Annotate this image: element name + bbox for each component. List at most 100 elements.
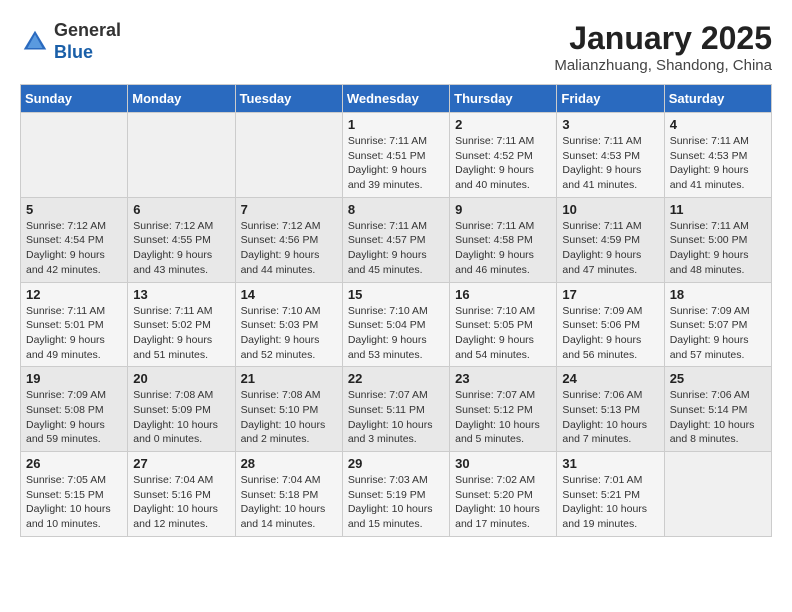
- day-number: 1: [348, 117, 444, 132]
- day-info: Sunrise: 7:05 AM Sunset: 5:15 PM Dayligh…: [26, 473, 122, 532]
- week-row-1: 1 Sunrise: 7:11 AM Sunset: 4:51 PM Daylig…: [21, 113, 772, 198]
- header-cell-thursday: Thursday: [450, 85, 557, 113]
- day-info: Sunrise: 7:08 AM Sunset: 5:10 PM Dayligh…: [241, 388, 337, 447]
- day-number: 31: [562, 456, 658, 471]
- day-number: 12: [26, 287, 122, 302]
- calendar-cell: 13 Sunrise: 7:11 AM Sunset: 5:02 PM Dayli…: [128, 282, 235, 367]
- day-info: Sunrise: 7:11 AM Sunset: 4:57 PM Dayligh…: [348, 219, 444, 278]
- calendar-cell: 2Sunrise: 7:11 AM Sunset: 4:52 PM Daylig…: [450, 113, 557, 198]
- day-info: Sunrise: 7:10 AM Sunset: 5:05 PM Dayligh…: [455, 304, 551, 363]
- day-info: Sunrise: 7:04 AM Sunset: 5:16 PM Dayligh…: [133, 473, 229, 532]
- day-info: Sunrise: 7:07 AM Sunset: 5:11 PM Dayligh…: [348, 388, 444, 447]
- day-number: 23: [455, 371, 551, 386]
- calendar-cell: 18Sunrise: 7:09 AM Sunset: 5:07 PM Dayli…: [664, 282, 771, 367]
- day-number: 18: [670, 287, 766, 302]
- calendar-cell: 12Sunrise: 7:11 AM Sunset: 5:01 PM Dayli…: [21, 282, 128, 367]
- calendar-body: 1 Sunrise: 7:11 AM Sunset: 4:51 PM Daylig…: [21, 113, 772, 537]
- day-info: Sunrise: 7:10 AM Sunset: 5:04 PM Dayligh…: [348, 304, 444, 363]
- day-number: 28: [241, 456, 337, 471]
- day-info: Sunrise: 7:07 AM Sunset: 5:12 PM Dayligh…: [455, 388, 551, 447]
- day-number: 25: [670, 371, 766, 386]
- day-number: 29: [348, 456, 444, 471]
- calendar-cell: 26Sunrise: 7:05 AM Sunset: 5:15 PM Dayli…: [21, 452, 128, 537]
- day-info: Sunrise: 7:11 AM Sunset: 4:59 PM Dayligh…: [562, 219, 658, 278]
- logo: General Blue: [20, 20, 121, 63]
- logo-icon: [20, 27, 50, 57]
- calendar-cell: 29 Sunrise: 7:03 AM Sunset: 5:19 PM Dayli…: [342, 452, 449, 537]
- day-number: 24: [562, 371, 658, 386]
- day-number: 10: [562, 202, 658, 217]
- calendar-cell: [664, 452, 771, 537]
- calendar-cell: 19 Sunrise: 7:09 AM Sunset: 5:08 PM Dayli…: [21, 367, 128, 452]
- week-row-5: 26Sunrise: 7:05 AM Sunset: 5:15 PM Dayli…: [21, 452, 772, 537]
- day-info: Sunrise: 7:03 AM Sunset: 5:19 PM Dayligh…: [348, 473, 444, 532]
- calendar-cell: 21Sunrise: 7:08 AM Sunset: 5:10 PM Dayli…: [235, 367, 342, 452]
- day-info: Sunrise: 7:08 AM Sunset: 5:09 PM Dayligh…: [133, 388, 229, 447]
- calendar-cell: 9 Sunrise: 7:11 AM Sunset: 4:58 PM Daylig…: [450, 197, 557, 282]
- week-row-2: 5Sunrise: 7:12 AM Sunset: 4:54 PM Daylig…: [21, 197, 772, 282]
- header-cell-wednesday: Wednesday: [342, 85, 449, 113]
- day-info: Sunrise: 7:09 AM Sunset: 5:06 PM Dayligh…: [562, 304, 658, 363]
- calendar-cell: 31Sunrise: 7:01 AM Sunset: 5:21 PM Dayli…: [557, 452, 664, 537]
- header-cell-monday: Monday: [128, 85, 235, 113]
- calendar-cell: [128, 113, 235, 198]
- day-info: Sunrise: 7:02 AM Sunset: 5:20 PM Dayligh…: [455, 473, 551, 532]
- day-number: 8: [348, 202, 444, 217]
- logo-general-text: General: [54, 20, 121, 40]
- calendar-cell: 15 Sunrise: 7:10 AM Sunset: 5:04 PM Dayli…: [342, 282, 449, 367]
- day-number: 19: [26, 371, 122, 386]
- calendar-cell: 20 Sunrise: 7:08 AM Sunset: 5:09 PM Dayli…: [128, 367, 235, 452]
- title-block: January 2025 Malianzhuang, Shandong, Chi…: [554, 20, 772, 74]
- day-info: Sunrise: 7:09 AM Sunset: 5:08 PM Dayligh…: [26, 388, 122, 447]
- day-number: 15: [348, 287, 444, 302]
- day-number: 16: [455, 287, 551, 302]
- day-number: 9: [455, 202, 551, 217]
- day-number: 11: [670, 202, 766, 217]
- day-number: 22: [348, 371, 444, 386]
- calendar-cell: 22 Sunrise: 7:07 AM Sunset: 5:11 PM Dayli…: [342, 367, 449, 452]
- header-row: SundayMondayTuesdayWednesdayThursdayFrid…: [21, 85, 772, 113]
- calendar-cell: 4Sunrise: 7:11 AM Sunset: 4:53 PM Daylig…: [664, 113, 771, 198]
- calendar-cell: 27 Sunrise: 7:04 AM Sunset: 5:16 PM Dayli…: [128, 452, 235, 537]
- week-row-3: 12Sunrise: 7:11 AM Sunset: 5:01 PM Dayli…: [21, 282, 772, 367]
- day-number: 3: [562, 117, 658, 132]
- calendar-cell: 3 Sunrise: 7:11 AM Sunset: 4:53 PM Daylig…: [557, 113, 664, 198]
- header-cell-sunday: Sunday: [21, 85, 128, 113]
- day-info: Sunrise: 7:11 AM Sunset: 4:51 PM Dayligh…: [348, 134, 444, 193]
- day-info: Sunrise: 7:12 AM Sunset: 4:54 PM Dayligh…: [26, 219, 122, 278]
- day-number: 14: [241, 287, 337, 302]
- calendar-cell: 16 Sunrise: 7:10 AM Sunset: 5:05 PM Dayli…: [450, 282, 557, 367]
- day-info: Sunrise: 7:11 AM Sunset: 4:58 PM Dayligh…: [455, 219, 551, 278]
- day-number: 2: [455, 117, 551, 132]
- calendar-cell: 7 Sunrise: 7:12 AM Sunset: 4:56 PM Daylig…: [235, 197, 342, 282]
- calendar-table: SundayMondayTuesdayWednesdayThursdayFrid…: [20, 84, 772, 537]
- day-number: 20: [133, 371, 229, 386]
- location-subtitle: Malianzhuang, Shandong, China: [554, 57, 772, 74]
- day-number: 13: [133, 287, 229, 302]
- day-info: Sunrise: 7:04 AM Sunset: 5:18 PM Dayligh…: [241, 473, 337, 532]
- logo-blue-text: Blue: [54, 42, 93, 62]
- calendar-cell: 14 Sunrise: 7:10 AM Sunset: 5:03 PM Dayli…: [235, 282, 342, 367]
- calendar-cell: [235, 113, 342, 198]
- day-number: 17: [562, 287, 658, 302]
- day-info: Sunrise: 7:12 AM Sunset: 4:56 PM Dayligh…: [241, 219, 337, 278]
- calendar-cell: [21, 113, 128, 198]
- day-info: Sunrise: 7:11 AM Sunset: 4:53 PM Dayligh…: [562, 134, 658, 193]
- month-title: January 2025: [554, 20, 772, 57]
- calendar-cell: 5Sunrise: 7:12 AM Sunset: 4:54 PM Daylig…: [21, 197, 128, 282]
- day-info: Sunrise: 7:11 AM Sunset: 4:53 PM Dayligh…: [670, 134, 766, 193]
- calendar-cell: 28 Sunrise: 7:04 AM Sunset: 5:18 PM Dayli…: [235, 452, 342, 537]
- header-cell-friday: Friday: [557, 85, 664, 113]
- day-info: Sunrise: 7:06 AM Sunset: 5:14 PM Dayligh…: [670, 388, 766, 447]
- day-info: Sunrise: 7:10 AM Sunset: 5:03 PM Dayligh…: [241, 304, 337, 363]
- day-number: 7: [241, 202, 337, 217]
- header-cell-tuesday: Tuesday: [235, 85, 342, 113]
- calendar-header: SundayMondayTuesdayWednesdayThursdayFrid…: [21, 85, 772, 113]
- day-info: Sunrise: 7:11 AM Sunset: 5:02 PM Dayligh…: [133, 304, 229, 363]
- day-info: Sunrise: 7:06 AM Sunset: 5:13 PM Dayligh…: [562, 388, 658, 447]
- page-header: General Blue January 2025 Malianzhuang, …: [20, 20, 772, 74]
- day-number: 27: [133, 456, 229, 471]
- calendar-cell: 17 Sunrise: 7:09 AM Sunset: 5:06 PM Dayli…: [557, 282, 664, 367]
- day-info: Sunrise: 7:11 AM Sunset: 5:00 PM Dayligh…: [670, 219, 766, 278]
- calendar-cell: 23 Sunrise: 7:07 AM Sunset: 5:12 PM Dayli…: [450, 367, 557, 452]
